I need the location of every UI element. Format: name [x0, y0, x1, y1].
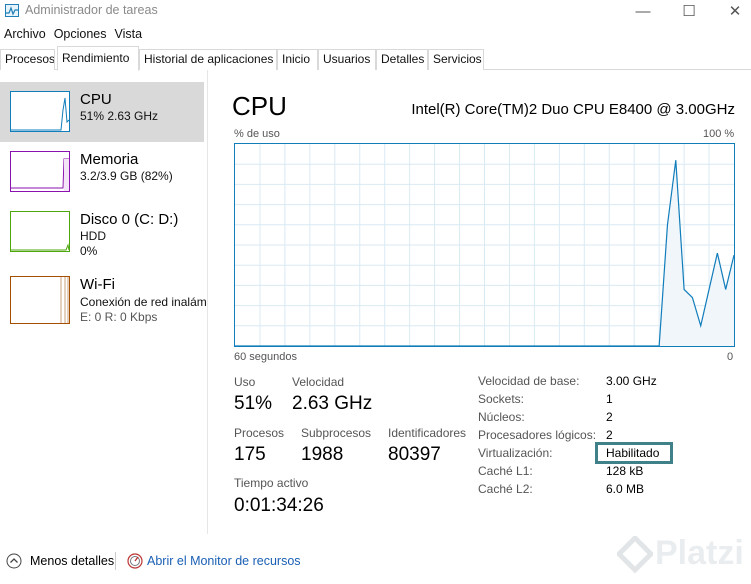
prop-velocidad-base-value: 3.00 GHz [606, 374, 657, 388]
sidebar-item-label: Disco 0 (C: D:) [80, 211, 179, 228]
menu-bar: Archivo Opciones Vista [0, 26, 146, 44]
sidebar-item-detail: 3.2/3.9 GB (82%) [80, 169, 173, 183]
tab-procesos[interactable]: Procesos [0, 49, 55, 70]
procesos-label: Procesos [234, 426, 285, 440]
resource-monitor-link[interactable]: Abrir el Monitor de recursos [147, 554, 301, 568]
prop-virtualizacion-label: Virtualización: [478, 446, 553, 460]
prop-procesadores-label: Procesadores lógicos: [478, 428, 597, 442]
resource-monitor-icon[interactable] [127, 553, 143, 569]
tab-servicios[interactable]: Servicios [428, 49, 484, 70]
sidebar-item-detail: 51% 2.63 GHz [80, 109, 159, 123]
sidebar-item-wifi[interactable]: Wi-Fi Conexión de red inalám E: 0 R: 0 K… [0, 262, 207, 328]
identificadores-label: Identificadores [388, 426, 467, 440]
sidebar-item-cpu[interactable]: CPU 51% 2.63 GHz [0, 82, 204, 142]
maximize-button[interactable]: ☐ [666, 0, 712, 22]
window-title: Administrador de tareas [25, 3, 158, 17]
uso-value: 51% [234, 393, 273, 414]
platzi-watermark: Platzi [615, 534, 751, 582]
wifi-thumbnail-graph [10, 276, 70, 324]
tab-usuarios[interactable]: Usuarios [318, 49, 376, 70]
prop-cache-l2-label: Caché L2: [478, 482, 533, 496]
sidebar-item-memoria[interactable]: Memoria 3.2/3.9 GB (82%) [0, 142, 204, 202]
platzi-logo-icon [617, 536, 653, 574]
procesos-value: 175 [234, 444, 266, 465]
prop-sockets-label: Sockets: [478, 392, 525, 406]
sidebar-item-detail: 0% [80, 244, 98, 258]
prop-cache-l2-value: 6.0 MB [606, 482, 645, 496]
velocidad-label: Velocidad [292, 375, 345, 389]
sidebar-item-detail: HDD [80, 229, 106, 243]
close-button[interactable]: ✕ [712, 0, 751, 22]
memory-thumbnail-graph [10, 151, 70, 192]
tab-rendimiento[interactable]: Rendimiento [57, 46, 139, 71]
tab-strip: Procesos Rendimiento Historial de aplica… [0, 46, 751, 71]
graph-x-min-label: 0 [727, 351, 734, 363]
tiempo-activo-value: 0:01:34:26 [234, 495, 324, 516]
tab-detalles[interactable]: Detalles [376, 49, 428, 70]
menu-opciones[interactable]: Opciones [50, 26, 111, 44]
graph-y-label: % de uso [234, 128, 280, 140]
sidebar-item-detail: E: 0 R: 0 Kbps [80, 310, 158, 324]
collapse-chevron-icon[interactable] [6, 553, 22, 569]
prop-velocidad-base-label: Velocidad de base: [478, 374, 580, 388]
sidebar-item-label: Memoria [80, 151, 139, 168]
close-icon: ✕ [728, 3, 742, 20]
tab-historial[interactable]: Historial de aplicaciones [139, 49, 277, 70]
cpu-usage-graph [234, 143, 735, 347]
subprocesos-value: 1988 [301, 444, 344, 465]
sidebar-item-label: CPU [80, 91, 112, 108]
page-title: CPU [232, 91, 287, 121]
graph-x-label: 60 segundos [234, 351, 297, 363]
subprocesos-label: Subprocesos [301, 426, 372, 440]
menu-vista[interactable]: Vista [111, 26, 147, 44]
watermark-text: Platzi [655, 534, 744, 572]
velocidad-value: 2.63 GHz [292, 393, 373, 414]
identificadores-value: 80397 [388, 444, 441, 465]
prop-nucleos-label: Núcleos: [478, 410, 525, 424]
cpu-thumbnail-graph [10, 91, 70, 132]
task-manager-icon [5, 4, 19, 17]
graph-y-max-label: 100 % [703, 128, 735, 140]
footer-separator [115, 552, 116, 570]
maximize-icon: ☐ [682, 3, 696, 20]
sidebar-divider [207, 70, 208, 534]
menu-archivo[interactable]: Archivo [0, 26, 50, 44]
prop-nucleos-value: 2 [606, 410, 613, 424]
sidebar-item-label: Wi-Fi [80, 276, 115, 293]
prop-procesadores-value: 2 [606, 428, 613, 442]
sidebar-item-detail: Conexión de red inalám [80, 295, 207, 309]
tab-inicio[interactable]: Inicio [277, 49, 318, 70]
cpu-model: Intel(R) Core(TM)2 Duo CPU E8400 @ 3.00G… [411, 101, 735, 118]
minimize-icon: — [635, 2, 651, 20]
sidebar-item-disco[interactable]: Disco 0 (C: D:) HDD 0% [0, 202, 204, 262]
prop-sockets-value: 1 [606, 392, 613, 406]
prop-cache-l1-label: Caché L1: [478, 464, 533, 478]
tiempo-activo-label: Tiempo activo [234, 476, 309, 490]
uso-label: Uso [234, 375, 256, 389]
disk-thumbnail-graph [10, 211, 70, 252]
less-details-link[interactable]: Menos detalles [30, 554, 114, 568]
title-bar: Administrador de tareas — ☐ ✕ [0, 0, 751, 22]
minimize-button[interactable]: — [620, 0, 666, 22]
virtualization-highlight-box [595, 442, 673, 464]
prop-cache-l1-value: 128 kB [606, 464, 644, 478]
